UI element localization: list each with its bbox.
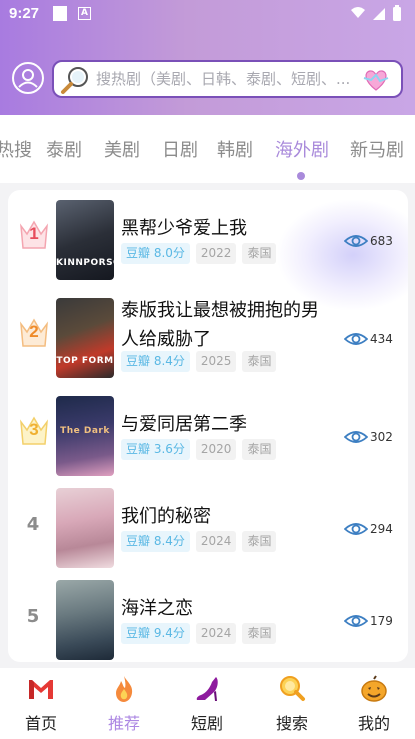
- view-count: 302: [344, 426, 393, 444]
- poster-image[interactable]: [56, 580, 114, 660]
- nav-profile[interactable]: 我的: [344, 674, 404, 734]
- heart-icon[interactable]: [361, 66, 391, 98]
- region-badge: 泰国: [242, 243, 277, 264]
- tab-korea-drama[interactable]: 韩剧: [217, 136, 253, 162]
- pumpkin-icon: [361, 675, 387, 702]
- rank-number: 1: [29, 224, 39, 243]
- view-count-number: 294: [370, 521, 393, 536]
- region-badge: 泰国: [242, 531, 277, 552]
- high-heel-icon: [196, 677, 218, 701]
- rank-number: 4: [26, 514, 40, 535]
- douban-score-badge: 豆瓣 8.4分: [121, 351, 190, 372]
- poster-title: KINNPORSCHE: [56, 258, 114, 268]
- view-count-number: 434: [370, 331, 393, 346]
- ranking-row[interactable]: 4 我们的秘密 豆瓣 8.4分 2024 泰国 294: [8, 482, 408, 568]
- signal-icon: [373, 8, 385, 20]
- ranking-row[interactable]: 5 海洋之恋 豆瓣 9.4分 2024 泰国 179: [8, 574, 408, 660]
- eye-icon: [344, 522, 368, 535]
- region-badge: 泰国: [242, 351, 277, 372]
- drama-tags: 豆瓣 8.4分 2025 泰国: [121, 351, 282, 373]
- rank-number: 2: [29, 322, 39, 341]
- tab-hot-search[interactable]: 热搜: [0, 136, 32, 162]
- nav-label: 我的: [357, 714, 390, 733]
- active-tab-indicator: [297, 172, 305, 180]
- poster-title: TOP FORM: [56, 356, 114, 366]
- rank-number: 5: [26, 606, 40, 627]
- category-tabs: 热搜 泰剧 美剧 日剧 韩剧 海外剧 新马剧: [0, 115, 415, 183]
- year-badge: 2024: [195, 623, 237, 644]
- year-badge: 2022: [195, 243, 237, 264]
- douban-score-badge: 豆瓣 8.0分: [121, 243, 190, 264]
- wifi-icon: [351, 7, 365, 18]
- user-avatar-icon[interactable]: [12, 62, 44, 94]
- view-count: 434: [344, 328, 393, 346]
- search-bar[interactable]: 搜热剧（美剧、日韩、泰剧、短剧、...: [52, 60, 403, 98]
- flame-icon: [116, 676, 133, 702]
- ranking-row[interactable]: 3 The Dark 与爱同居第二季 豆瓣 3.6分 2020 泰国 302: [8, 390, 408, 476]
- nav-label: 推荐: [107, 714, 140, 733]
- header: 9:27 A 搜热剧（美剧、日韩、泰剧、短剧、...: [0, 0, 415, 115]
- ranking-row[interactable]: 1 KINNPORSCHE 黑帮少爷爱上我 豆瓣 8.0分2022泰国 683: [8, 194, 408, 280]
- status-bar: 9:27 A: [0, 0, 415, 28]
- drama-title[interactable]: 海洋之恋: [121, 594, 331, 623]
- poster-title: The Dark: [60, 426, 110, 436]
- tab-sg-my-drama[interactable]: 新马剧: [350, 136, 404, 162]
- magnifier-search-icon: [60, 65, 92, 99]
- battery-icon: [393, 7, 401, 21]
- nav-label: 搜索: [275, 714, 308, 733]
- drama-title[interactable]: 泰版我让最想被拥抱的男人给威胁了: [121, 296, 331, 354]
- nav-home[interactable]: 首页: [11, 674, 71, 734]
- drama-tags: 豆瓣 3.6分 2020 泰国: [121, 439, 282, 461]
- tab-overseas-drama[interactable]: 海外剧: [275, 136, 329, 162]
- douban-score-badge: 豆瓣 9.4分: [121, 623, 190, 644]
- tab-japan-drama[interactable]: 日剧: [162, 136, 198, 162]
- poster-image[interactable]: [56, 488, 114, 568]
- view-count: 683: [344, 230, 393, 248]
- tab-thai-drama[interactable]: 泰剧: [46, 136, 82, 162]
- view-count: 179: [344, 610, 393, 628]
- eye-icon: [344, 614, 368, 627]
- region-badge: 泰国: [242, 439, 277, 460]
- status-icons: [349, 4, 409, 24]
- year-badge: 2020: [195, 439, 237, 460]
- nav-recommend[interactable]: 推荐: [94, 674, 154, 734]
- eye-icon: [344, 430, 368, 443]
- view-count-number: 302: [370, 429, 393, 444]
- douban-score-badge: 豆瓣 3.6分: [121, 439, 190, 460]
- drama-title[interactable]: 黑帮少爷爱上我: [121, 214, 331, 243]
- magnifier-icon: [280, 676, 305, 701]
- drama-title[interactable]: 与爱同居第二季: [121, 410, 331, 439]
- eye-icon: [344, 234, 368, 247]
- drama-title[interactable]: 我们的秘密: [121, 502, 331, 531]
- poster-image[interactable]: TOP FORM: [56, 298, 114, 378]
- view-count-number: 683: [370, 233, 393, 248]
- poster-image[interactable]: KINNPORSCHE: [56, 200, 114, 280]
- tab-us-drama[interactable]: 美剧: [104, 136, 140, 162]
- notification-a-icon: A: [78, 7, 91, 20]
- douban-score-badge: 豆瓣 8.4分: [121, 531, 190, 552]
- drama-tags: 豆瓣 8.4分 2024 泰国: [121, 531, 282, 553]
- search-input[interactable]: 搜热剧（美剧、日韩、泰剧、短剧、...: [96, 62, 364, 96]
- notification-square-icon: [53, 6, 67, 21]
- drama-tags: 豆瓣 9.4分 2024 泰国: [121, 623, 282, 645]
- drama-tags: 豆瓣 8.0分 2022 泰国: [121, 243, 282, 265]
- nav-short-drama[interactable]: 短剧: [177, 674, 237, 734]
- gmail-logo-icon: [29, 680, 53, 699]
- eye-icon: [344, 332, 368, 345]
- year-badge: 2024: [195, 531, 237, 552]
- view-count-number: 179: [370, 613, 393, 628]
- nav-label: 首页: [24, 714, 57, 733]
- bottom-nav: 首页 推荐 短剧 搜索 我的: [0, 668, 415, 739]
- status-time: 9:27: [9, 5, 40, 22]
- ranking-card: 1 KINNPORSCHE 黑帮少爷爱上我 豆瓣 8.0分2022泰国 683 …: [8, 190, 408, 662]
- nav-search[interactable]: 搜索: [262, 674, 322, 734]
- nav-label: 短剧: [190, 714, 223, 733]
- ranking-row[interactable]: 2 TOP FORM 泰版我让最想被拥抱的男人给威胁了 豆瓣 8.4分 2025 泰…: [8, 292, 408, 378]
- rank-number: 3: [29, 420, 39, 439]
- poster-image[interactable]: The Dark: [56, 396, 114, 476]
- year-badge: 2025: [195, 351, 237, 372]
- view-count: 294: [344, 518, 393, 536]
- region-badge: 泰国: [242, 623, 277, 644]
